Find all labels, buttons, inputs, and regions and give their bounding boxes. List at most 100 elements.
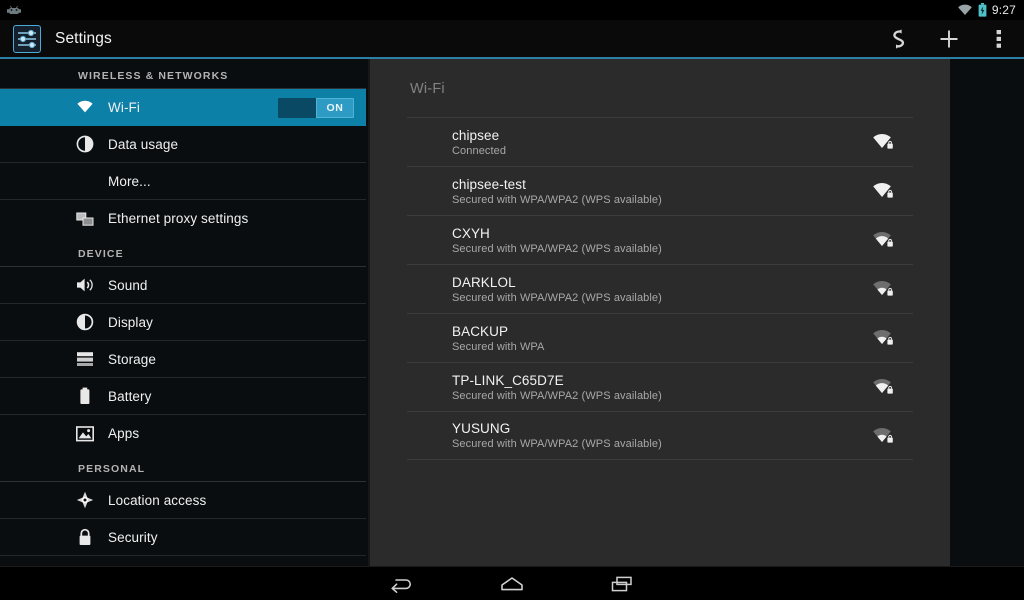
wifi-network-text: TP-LINK_C65D7E Secured with WPA/WPA2 (WP…: [452, 373, 662, 402]
scan-refresh-button[interactable]: [874, 19, 924, 58]
wifi-signal-icon: [871, 180, 895, 204]
home-button[interactable]: [490, 569, 534, 599]
status-bar-right: 9:27: [957, 3, 1024, 17]
wifi-network-list[interactable]: chipsee Connected chipsee-test Secured w…: [370, 117, 950, 460]
wifi-panel: Wi-Fi chipsee Connected chipsee-test Sec…: [368, 59, 950, 566]
sidebar-item-label: Sound: [108, 277, 148, 293]
sidebar-item-ethernet-proxy[interactable]: Ethernet proxy settings: [0, 200, 366, 237]
sidebar-item-label: Storage: [108, 351, 156, 367]
sidebar-item-label: Location access: [108, 492, 207, 508]
sidebar-item-label: Apps: [108, 426, 140, 441]
wifi-network-row[interactable]: BACKUP Secured with WPA: [407, 313, 913, 362]
wifi-signal-icon: [871, 278, 895, 302]
settings-sidebar[interactable]: WIRELESS & NETWORKS Wi-Fi ON Data usage …: [0, 59, 368, 566]
android-settings-screen: 9:27 Settings WIRELESS & NETWORKS Wi-Fi …: [0, 0, 1024, 600]
sidebar-item-display[interactable]: Display: [0, 304, 366, 341]
wifi-network-row[interactable]: YUSUNG Secured with WPA/WPA2 (WPS availa…: [407, 411, 913, 460]
location-icon: [74, 489, 96, 511]
sidebar-item-apps[interactable]: Apps: [0, 415, 366, 452]
sidebar-item-security[interactable]: Security: [0, 519, 366, 556]
wifi-ssid: CXYH: [452, 225, 490, 241]
battery-charging-icon: [978, 3, 987, 17]
wifi-signal-icon: [871, 376, 895, 400]
wifi-panel-title: Wi-Fi: [410, 81, 445, 97]
wifi-status: Connected: [452, 144, 507, 157]
wifi-network-row[interactable]: chipsee Connected: [407, 117, 913, 166]
wifi-status: Secured with WPA: [452, 340, 545, 353]
battery-icon: [74, 385, 96, 407]
wifi-status: Secured with WPA/WPA2 (WPS available): [452, 438, 662, 450]
sidebar-item-storage[interactable]: Storage: [0, 341, 366, 378]
system-navigation-bar: [0, 566, 1024, 600]
storage-icon: [74, 348, 96, 370]
sidebar-item-location-access[interactable]: Location access: [0, 482, 366, 519]
recents-button[interactable]: [600, 569, 644, 599]
wifi-network-row[interactable]: TP-LINK_C65D7E Secured with WPA/WPA2 (WP…: [407, 362, 913, 411]
wifi-ssid: YUSUNG: [452, 421, 511, 436]
wifi-icon: [957, 4, 973, 16]
wifi-signal-icon: [871, 425, 895, 449]
wifi-network-row[interactable]: CXYH Secured with WPA/WPA2 (WPS availabl…: [407, 215, 913, 264]
sidebar-item-label: Display: [108, 314, 153, 330]
status-bar-clock: 9:27: [991, 3, 1016, 17]
sidebar-item-sound[interactable]: Sound: [0, 267, 366, 304]
page-title: Settings: [55, 29, 112, 47]
recents-icon: [609, 574, 635, 594]
action-bar: Settings: [0, 20, 1024, 59]
status-bar-left: [0, 3, 22, 17]
display-icon: [74, 311, 96, 333]
sidebar-item-label: Data usage: [108, 136, 179, 152]
wifi-status: Secured with WPA/WPA2 (WPS available): [452, 242, 662, 255]
refresh-scan-icon: [888, 28, 910, 50]
wifi-network-row[interactable]: DARKLOL Secured with WPA/WPA2 (WPS avail…: [407, 264, 913, 313]
wifi-status: Secured with WPA/WPA2 (WPS available): [452, 193, 662, 206]
overflow-menu-button[interactable]: [974, 19, 1024, 58]
apps-icon: [74, 423, 96, 445]
back-button[interactable]: [380, 569, 424, 599]
settings-sliders-icon: [13, 24, 41, 53]
action-bar-buttons: [874, 20, 1024, 57]
wifi-status: Secured with WPA/WPA2 (WPS available): [452, 291, 662, 304]
lock-icon: [74, 526, 96, 548]
content-area: WIRELESS & NETWORKS Wi-Fi ON Data usage …: [0, 59, 1024, 566]
wifi-signal-icon: [871, 327, 895, 351]
sidebar-item-label: Battery: [108, 388, 152, 404]
sidebar-item-label: Ethernet proxy settings: [108, 211, 249, 226]
android-notification-icon: [6, 3, 22, 17]
ethernet-proxy-icon: [74, 208, 96, 230]
sidebar-item-label: More...: [108, 173, 151, 189]
sidebar-group-header-wireless: WIRELESS & NETWORKS: [0, 59, 366, 89]
sidebar-item-label: Security: [108, 529, 158, 545]
data-usage-icon: [74, 133, 96, 155]
wifi-network-text: DARKLOL Secured with WPA/WPA2 (WPS avail…: [452, 275, 662, 304]
wifi-ssid: BACKUP: [452, 323, 509, 339]
toggle-thumb-label: ON: [316, 98, 354, 118]
wifi-network-row[interactable]: chipsee-test Secured with WPA/WPA2 (WPS …: [407, 166, 913, 215]
wifi-ssid: chipsee: [452, 127, 500, 143]
wifi-toggle-switch[interactable]: ON: [278, 98, 354, 118]
sidebar-group-header-personal: PERSONAL: [0, 452, 366, 482]
wifi-signal-icon: [871, 229, 895, 253]
sidebar-item-battery[interactable]: Battery: [0, 378, 366, 415]
more-vertical-icon: [996, 29, 1002, 49]
wifi-network-text: BACKUP Secured with WPA: [452, 324, 544, 353]
sidebar-item-more[interactable]: More...: [0, 163, 366, 200]
wifi-network-text: chipsee-test Secured with WPA/WPA2 (WPS …: [452, 177, 662, 206]
wifi-icon: [74, 96, 96, 118]
sidebar-item-label: Wi-Fi: [108, 99, 140, 115]
wifi-ssid: DARKLOL: [452, 274, 516, 290]
wifi-ssid: TP-LINK_C65D7E: [452, 372, 564, 388]
status-bar: 9:27: [0, 0, 1024, 20]
sound-icon: [74, 274, 96, 296]
sidebar-item-wifi[interactable]: Wi-Fi ON: [0, 89, 366, 126]
home-icon: [498, 574, 526, 594]
wifi-network-text: CXYH Secured with WPA/WPA2 (WPS availabl…: [452, 226, 662, 255]
add-network-button[interactable]: [924, 19, 974, 58]
sidebar-group-header-device: DEVICE: [0, 237, 366, 267]
sidebar-item-data-usage[interactable]: Data usage: [0, 126, 366, 163]
back-arrow-icon: [388, 574, 416, 594]
plus-icon: [938, 28, 960, 50]
wifi-signal-icon: [871, 131, 895, 155]
toggle-track: [278, 98, 316, 118]
wifi-ssid: chipsee-test: [452, 176, 526, 192]
